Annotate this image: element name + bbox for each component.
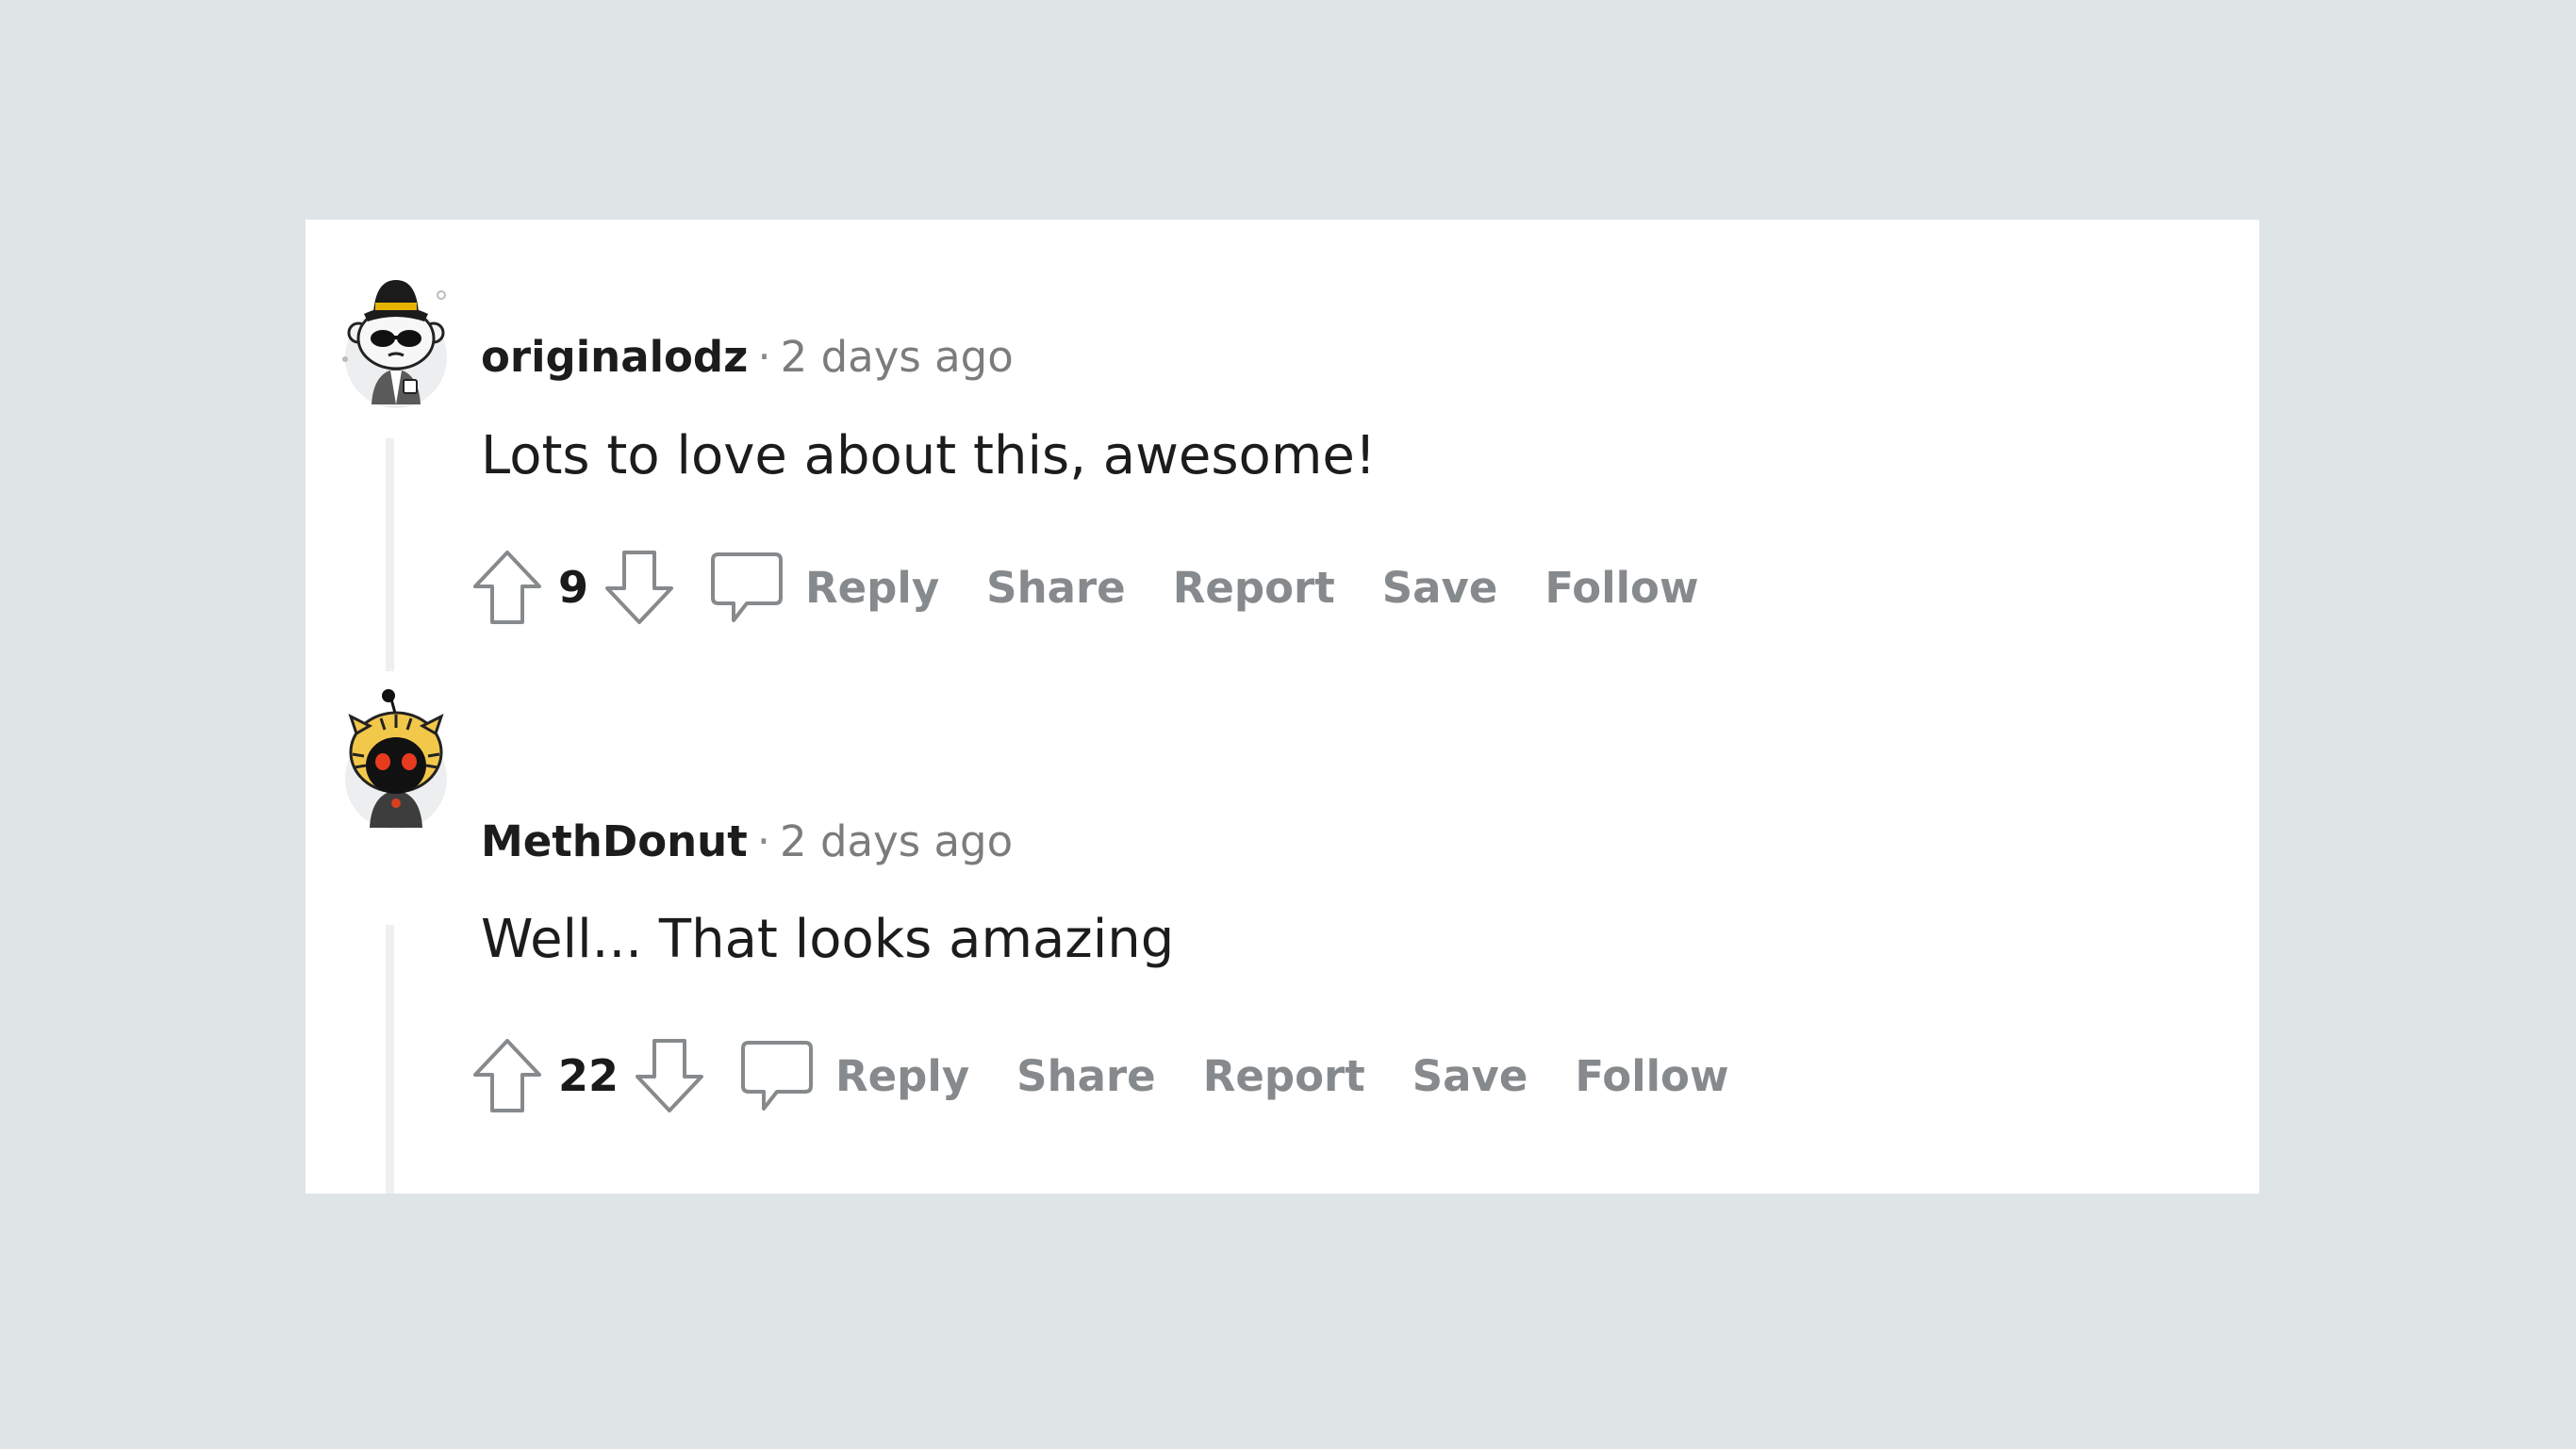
- reply-button[interactable]: Reply: [835, 1051, 969, 1101]
- comment-meta: MethDonut · 2 days ago: [481, 814, 1013, 870]
- timestamp-link[interactable]: 2 days ago: [780, 816, 1013, 866]
- comment-actions: 22 Reply Share Report Save Follow: [471, 1033, 1729, 1118]
- username-link[interactable]: originalodz: [481, 332, 748, 382]
- thread-line[interactable]: [386, 438, 394, 671]
- comments-card: originalodz · 2 days ago Lots to love abou…: [305, 220, 2259, 1194]
- upvote-icon[interactable]: [471, 549, 543, 626]
- snoo-tiger-hood-avatar-icon: [345, 689, 447, 830]
- upvote-icon[interactable]: [471, 1037, 543, 1114]
- comment-bubble-icon[interactable]: [709, 549, 784, 626]
- comment-bubble-icon[interactable]: [739, 1037, 815, 1114]
- vote-count: 9: [558, 562, 589, 613]
- downvote-icon[interactable]: [603, 549, 675, 626]
- vote-count: 22: [558, 1050, 619, 1101]
- comment-body: Well... That looks amazing: [481, 909, 1175, 970]
- report-button[interactable]: Report: [1173, 563, 1335, 613]
- save-button[interactable]: Save: [1412, 1051, 1528, 1101]
- comment: originalodz · 2 days ago Lots to love abou…: [305, 220, 2259, 672]
- meta-separator: ·: [756, 816, 771, 866]
- username-link[interactable]: MethDonut: [481, 816, 748, 866]
- save-button[interactable]: Save: [1382, 563, 1498, 613]
- downvote-icon[interactable]: [634, 1037, 705, 1114]
- follow-button[interactable]: Follow: [1544, 563, 1698, 613]
- comment-body: Lots to love about this, awesome!: [481, 425, 1377, 486]
- user-avatar[interactable]: [338, 267, 456, 408]
- reply-button[interactable]: Reply: [805, 563, 939, 613]
- meta-separator: ·: [757, 332, 771, 382]
- share-button[interactable]: Share: [1016, 1051, 1156, 1101]
- comment: MethDonut · 2 days ago Well... That looks …: [305, 689, 2259, 1194]
- snoo-fedora-sunglasses-avatar-icon: [342, 280, 447, 408]
- comment-actions: 9 Reply Share Report Save Follow: [471, 545, 1699, 630]
- thread-line[interactable]: [386, 925, 394, 1194]
- share-button[interactable]: Share: [986, 563, 1126, 613]
- follow-button[interactable]: Follow: [1575, 1051, 1728, 1101]
- comment-meta: originalodz · 2 days ago: [481, 329, 1014, 386]
- user-avatar[interactable]: [338, 688, 456, 830]
- timestamp-link[interactable]: 2 days ago: [781, 332, 1014, 382]
- report-button[interactable]: Report: [1203, 1051, 1365, 1101]
